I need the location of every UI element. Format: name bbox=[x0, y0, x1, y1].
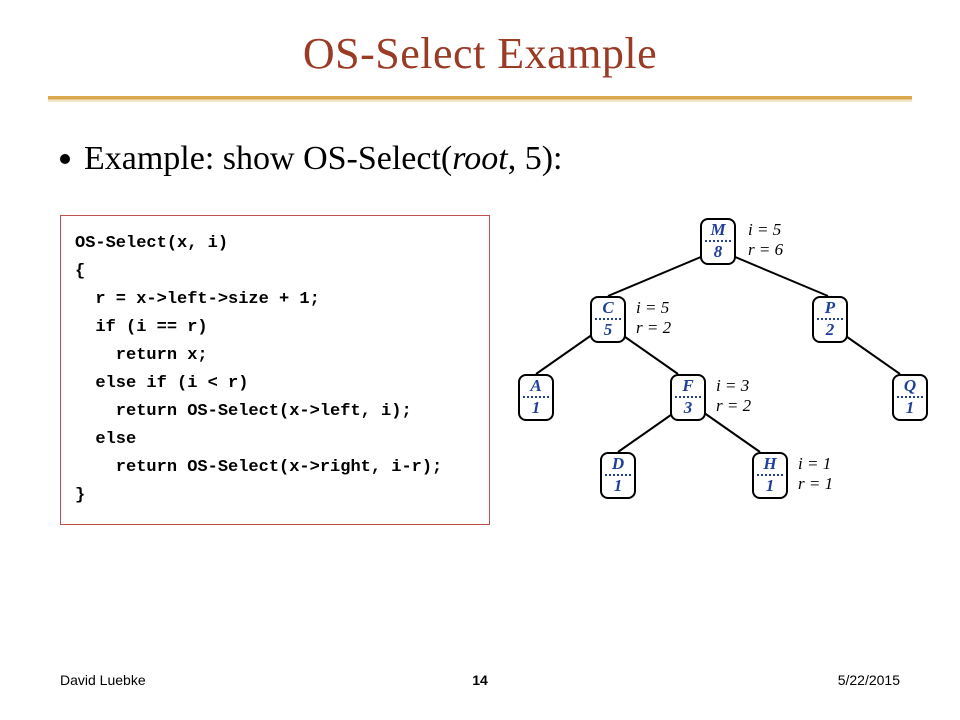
slide-title: OS-Select Example bbox=[0, 28, 960, 79]
tree-diagram: M 8 i = 5 r = 6 C 5 i = 5 r = 2 P 2 A bbox=[500, 216, 940, 546]
node-size: 2 bbox=[814, 321, 846, 339]
node-size: 1 bbox=[520, 399, 552, 417]
accent-bar bbox=[48, 96, 912, 102]
node-size: 1 bbox=[602, 477, 634, 495]
bullet-root: root bbox=[452, 140, 507, 177]
bullet-dot-icon bbox=[60, 154, 70, 164]
annot-i: i = 3 bbox=[716, 376, 751, 396]
footer-page: 14 bbox=[472, 672, 488, 688]
node-key: P bbox=[814, 299, 846, 317]
node-key: D bbox=[602, 455, 634, 473]
tree-node-H: H 1 bbox=[752, 452, 788, 499]
tree-node-C: C 5 bbox=[590, 296, 626, 343]
footer-date: 5/22/2015 bbox=[838, 672, 900, 688]
code-box: OS-Select(x, i) { r = x->left->size + 1;… bbox=[60, 215, 490, 525]
annot-i: i = 1 bbox=[798, 454, 833, 474]
node-size: 3 bbox=[672, 399, 704, 417]
annot-i: i = 5 bbox=[748, 220, 783, 240]
node-key: C bbox=[592, 299, 624, 317]
node-key: A bbox=[520, 377, 552, 395]
tree-node-M: M 8 bbox=[700, 218, 736, 265]
node-size: 1 bbox=[754, 477, 786, 495]
node-size: 1 bbox=[894, 399, 926, 417]
tree-node-Q: Q 1 bbox=[892, 374, 928, 421]
node-key: H bbox=[754, 455, 786, 473]
annot-M: i = 5 r = 6 bbox=[748, 220, 783, 259]
footer-author: David Luebke bbox=[60, 672, 146, 688]
node-key: M bbox=[702, 221, 734, 239]
tree-node-F: F 3 bbox=[670, 374, 706, 421]
annot-r: r = 6 bbox=[748, 240, 783, 260]
tree-node-D: D 1 bbox=[600, 452, 636, 499]
annot-i: i = 5 bbox=[636, 298, 671, 318]
annot-r: r = 2 bbox=[716, 396, 751, 416]
annot-H: i = 1 r = 1 bbox=[798, 454, 833, 493]
bullet-suffix: , 5): bbox=[508, 140, 563, 177]
node-key: Q bbox=[894, 377, 926, 395]
node-size: 5 bbox=[592, 321, 624, 339]
tree-node-P: P 2 bbox=[812, 296, 848, 343]
node-key: F bbox=[672, 377, 704, 395]
annot-r: r = 2 bbox=[636, 318, 671, 338]
node-size: 8 bbox=[702, 243, 734, 261]
tree-node-A: A 1 bbox=[518, 374, 554, 421]
annot-C: i = 5 r = 2 bbox=[636, 298, 671, 337]
annot-F: i = 3 r = 2 bbox=[716, 376, 751, 415]
bullet-row: Example: show OS-Select(root, 5): bbox=[60, 140, 562, 178]
annot-r: r = 1 bbox=[798, 474, 833, 494]
bullet-text: Example: show OS-Select(root, 5): bbox=[84, 140, 562, 178]
bullet-prefix: Example: show OS-Select( bbox=[84, 140, 452, 177]
